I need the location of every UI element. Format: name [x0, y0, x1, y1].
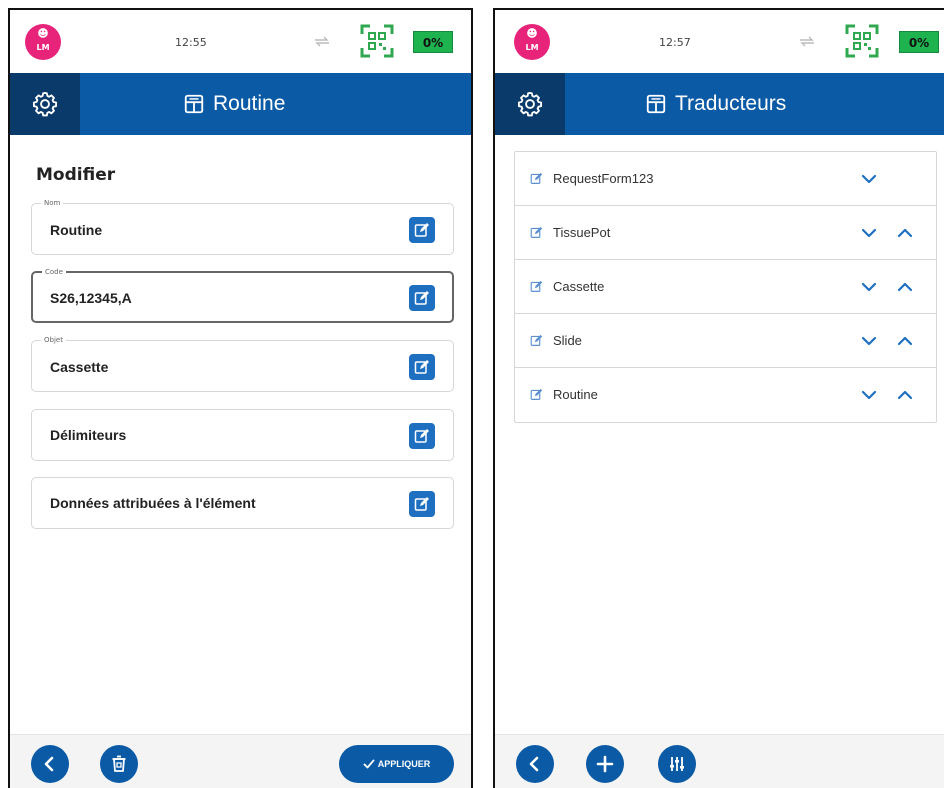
- list-item-label: Routine: [553, 387, 598, 402]
- list-item-label: Slide: [553, 333, 582, 348]
- chevron-down-icon[interactable]: [860, 278, 878, 296]
- list-item-label: RequestForm123: [553, 171, 654, 186]
- sync-icon: [798, 36, 816, 47]
- add-button[interactable]: [586, 745, 624, 783]
- list-item[interactable]: Slide: [515, 314, 936, 368]
- gear-icon: [31, 90, 59, 118]
- bottom-toolbar: [495, 734, 944, 788]
- status-time: 12:57: [659, 36, 691, 49]
- edit-icon: [414, 359, 430, 375]
- page-title-text: Routine: [213, 92, 286, 115]
- object-field[interactable]: Objet Cassette: [31, 335, 454, 392]
- list-item[interactable]: Cassette: [515, 260, 936, 314]
- chevron-left-icon: [525, 754, 545, 774]
- person-icon: ☻: [526, 27, 538, 40]
- gear-icon: [516, 90, 544, 118]
- name-field[interactable]: Nom Routine: [31, 198, 454, 255]
- edit-icon[interactable]: [530, 280, 543, 293]
- app-header: Routine: [10, 73, 471, 135]
- list-item-label: TissuePot: [553, 225, 611, 240]
- field-label: Code: [42, 267, 66, 277]
- field-value: Cassette: [50, 359, 109, 375]
- list-item[interactable]: RequestForm123: [515, 152, 936, 206]
- edit-icon[interactable]: [530, 388, 543, 401]
- code-field[interactable]: Code S26,12345,A: [31, 267, 454, 323]
- apply-button-label: APPLIQUER: [377, 759, 431, 769]
- field-value: Délimiteurs: [50, 427, 127, 443]
- field-value: S26,12345,A: [50, 290, 132, 306]
- translators-screen: ☻ LM 12:57 0% Traducteurs RequestForm123…: [493, 8, 944, 788]
- status-bar: ☻ LM 12:55 0%: [10, 10, 471, 73]
- field-label: Objet: [41, 335, 66, 345]
- translators-list: RequestForm123 TissuePot Cassette Slide …: [514, 151, 937, 423]
- chevron-up-icon[interactable]: [896, 224, 914, 242]
- sliders-icon: [667, 754, 687, 774]
- chevron-down-icon[interactable]: [860, 170, 878, 188]
- edit-button[interactable]: [409, 491, 435, 517]
- bottom-toolbar: APPLIQUER: [10, 734, 471, 788]
- list-item[interactable]: Routine: [515, 368, 936, 422]
- settings-button[interactable]: [495, 73, 565, 135]
- chevron-down-icon[interactable]: [860, 332, 878, 350]
- element-data-field[interactable]: Données attribuées à l'élément: [31, 477, 454, 529]
- chevron-down-icon[interactable]: [860, 386, 878, 404]
- settings-button[interactable]: [10, 73, 80, 135]
- chevron-down-icon[interactable]: [860, 224, 878, 242]
- edit-icon: [414, 290, 430, 306]
- field-value: Routine: [50, 222, 103, 238]
- edit-button[interactable]: [409, 423, 435, 449]
- person-icon: ☻: [37, 27, 49, 40]
- trash-icon: [109, 754, 129, 774]
- battery-indicator: 0%: [899, 31, 939, 53]
- status-bar: ☻ LM 12:57 0%: [495, 10, 944, 73]
- settings-sliders-button[interactable]: [658, 745, 696, 783]
- routine-edit-screen: ☻ LM 12:55 0% Routine Modifier Nom Routi…: [8, 8, 473, 788]
- page-title: Traducteurs: [645, 73, 786, 135]
- edit-button[interactable]: [409, 285, 435, 311]
- list-item[interactable]: TissuePot: [515, 206, 936, 260]
- delete-button[interactable]: [100, 745, 138, 783]
- edit-icon[interactable]: [530, 334, 543, 347]
- app-header: Traducteurs: [495, 73, 944, 135]
- edit-icon: [414, 222, 430, 238]
- edit-icon[interactable]: [530, 226, 543, 239]
- qr-scanner-icon[interactable]: [360, 24, 394, 58]
- plus-icon: [595, 754, 615, 774]
- edit-icon: [414, 496, 430, 512]
- user-avatar[interactable]: ☻ LM: [514, 24, 550, 60]
- chevron-up-icon[interactable]: [896, 278, 914, 296]
- list-layout-icon: [183, 93, 205, 115]
- apply-button[interactable]: APPLIQUER: [339, 745, 454, 783]
- chevron-up-icon[interactable]: [896, 386, 914, 404]
- battery-indicator: 0%: [413, 31, 453, 53]
- chevron-up-icon[interactable]: [896, 332, 914, 350]
- sync-icon: [313, 36, 331, 47]
- edit-icon: [414, 428, 430, 444]
- edit-button[interactable]: [409, 217, 435, 243]
- avatar-initials: LM: [525, 43, 539, 52]
- chevron-left-icon: [40, 754, 60, 774]
- edit-icon[interactable]: [530, 172, 543, 185]
- field-label: Nom: [41, 198, 64, 208]
- qr-scanner-icon[interactable]: [845, 24, 879, 58]
- page-title-text: Traducteurs: [675, 92, 787, 115]
- avatar-initials: LM: [36, 43, 50, 52]
- edit-button[interactable]: [409, 354, 435, 380]
- section-title: Modifier: [36, 165, 116, 185]
- back-button[interactable]: [516, 745, 554, 783]
- check-icon: [363, 758, 375, 770]
- back-button[interactable]: [31, 745, 69, 783]
- list-item-label: Cassette: [553, 279, 605, 294]
- user-avatar[interactable]: ☻ LM: [25, 24, 61, 60]
- list-layout-icon: [645, 93, 667, 115]
- page-title: Routine: [183, 73, 285, 135]
- delimiters-field[interactable]: Délimiteurs: [31, 409, 454, 461]
- status-time: 12:55: [175, 36, 207, 49]
- field-value: Données attribuées à l'élément: [50, 495, 256, 511]
